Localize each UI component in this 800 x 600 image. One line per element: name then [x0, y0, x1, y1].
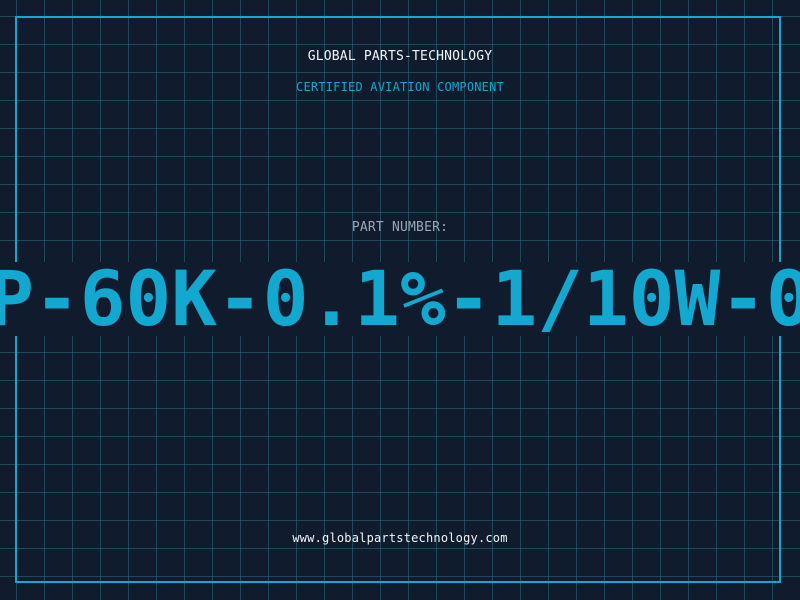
website-url: www.globalpartstechnology.com: [292, 531, 508, 545]
part-number-value: P-60K-0.1%-1/10W-0: [0, 262, 800, 336]
certification-subtitle: CERTIFIED AVIATION COMPONENT: [296, 80, 504, 94]
certificate-panel: GLOBAL PARTS-TECHNOLOGY CERTIFIED AVIATI…: [0, 0, 800, 600]
part-number-label: PART NUMBER:: [351, 220, 449, 235]
part-number-band: P-60K-0.1%-1/10W-0: [0, 262, 800, 336]
brand-title: GLOBAL PARTS-TECHNOLOGY: [307, 49, 493, 64]
